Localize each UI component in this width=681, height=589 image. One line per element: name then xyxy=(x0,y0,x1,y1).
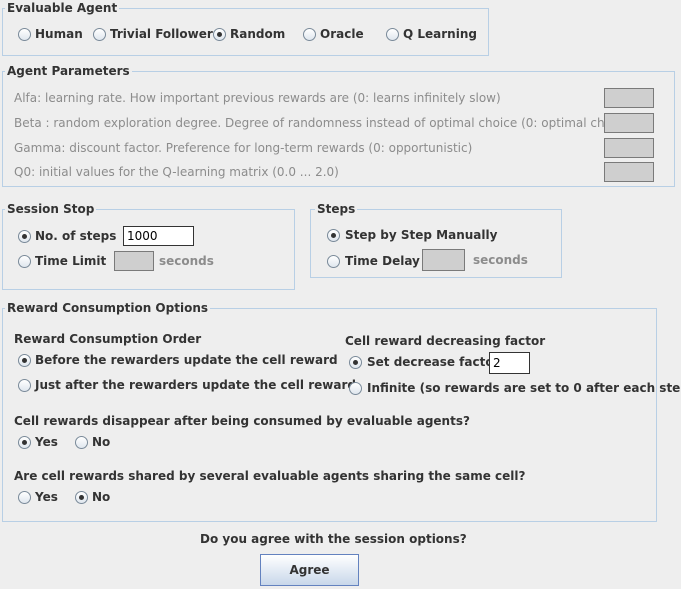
alfa-field[interactable] xyxy=(604,88,654,108)
infinite-factor-radio[interactable] xyxy=(349,382,362,395)
alfa-label: Alfa: learning rate. How important previ… xyxy=(14,91,501,105)
after-rewarders-label[interactable]: Just after the rewarders update the cell… xyxy=(35,377,356,393)
time-limit-label[interactable]: Time Limit xyxy=(35,253,106,269)
agent-label-human[interactable]: Human xyxy=(35,26,83,42)
agent-label-trivial-follower[interactable]: Trivial Follower xyxy=(110,26,213,42)
reward-order-heading: Reward Consumption Order xyxy=(14,332,202,346)
steps-count-label[interactable]: No. of steps xyxy=(35,228,116,244)
disappear-no-radio[interactable] xyxy=(75,436,88,449)
shared-question: Are cell rewards shared by several evalu… xyxy=(14,469,526,483)
decrease-factor-field[interactable] xyxy=(489,352,530,374)
agent-parameters-title: Agent Parameters xyxy=(5,64,132,78)
set-decrease-factor-label[interactable]: Set decrease factor xyxy=(367,354,499,370)
before-rewarders-radio[interactable] xyxy=(18,354,31,367)
time-delay-label[interactable]: Time Delay xyxy=(345,253,420,269)
shared-yes-radio[interactable] xyxy=(18,491,31,504)
reward-consumption-title: Reward Consumption Options xyxy=(5,301,211,315)
steps-title: Steps xyxy=(315,202,358,216)
agree-button[interactable]: Agree xyxy=(260,554,359,586)
after-rewarders-radio[interactable] xyxy=(18,379,31,392)
disappear-no-label[interactable]: No xyxy=(92,434,110,450)
disappear-yes-label[interactable]: Yes xyxy=(35,434,58,450)
agent-radio-random[interactable] xyxy=(213,28,226,41)
time-limit-field[interactable] xyxy=(114,251,154,271)
agent-radio-q-learning[interactable] xyxy=(386,28,399,41)
time-limit-radio[interactable] xyxy=(18,255,31,268)
beta-field[interactable] xyxy=(604,113,654,133)
time-limit-unit: seconds xyxy=(159,254,214,268)
gamma-field[interactable] xyxy=(604,138,654,158)
decrease-factor-heading: Cell reward decreasing factor xyxy=(345,334,546,348)
disappear-question: Cell rewards disappear after being consu… xyxy=(14,414,470,428)
evaluable-agent-title: Evaluable Agent xyxy=(5,1,120,15)
beta-label: Beta : random exploration degree. Degree… xyxy=(14,116,634,130)
time-delay-radio[interactable] xyxy=(327,255,340,268)
agent-radio-oracle[interactable] xyxy=(303,28,316,41)
time-delay-field[interactable] xyxy=(422,249,465,271)
before-rewarders-label[interactable]: Before the rewarders update the cell rew… xyxy=(35,352,338,368)
set-decrease-factor-radio[interactable] xyxy=(349,356,362,369)
disappear-yes-radio[interactable] xyxy=(18,436,31,449)
shared-no-label[interactable]: No xyxy=(92,489,110,505)
infinite-factor-label[interactable]: Infinite (so rewards are set to 0 after … xyxy=(367,380,681,396)
step-manual-label[interactable]: Step by Step Manually xyxy=(345,227,497,243)
q0-field[interactable] xyxy=(604,162,654,182)
time-delay-unit: seconds xyxy=(473,253,528,267)
session-stop-title: Session Stop xyxy=(5,202,97,216)
agent-label-q-learning[interactable]: Q Learning xyxy=(403,26,477,42)
steps-count-field[interactable] xyxy=(123,226,194,246)
agent-radio-trivial-follower[interactable] xyxy=(93,28,106,41)
shared-no-radio[interactable] xyxy=(75,491,88,504)
step-manual-radio[interactable] xyxy=(327,229,340,242)
agent-label-random[interactable]: Random xyxy=(230,26,285,42)
shared-yes-label[interactable]: Yes xyxy=(35,489,58,505)
agent-label-oracle[interactable]: Oracle xyxy=(320,26,364,42)
agent-radio-human[interactable] xyxy=(18,28,31,41)
session-stop-group xyxy=(2,209,295,290)
steps-count-radio[interactable] xyxy=(18,230,31,243)
gamma-label: Gamma: discount factor. Preference for l… xyxy=(14,141,473,155)
q0-label: Q0: initial values for the Q-learning ma… xyxy=(14,165,339,179)
agree-question: Do you agree with the session options? xyxy=(200,532,467,546)
